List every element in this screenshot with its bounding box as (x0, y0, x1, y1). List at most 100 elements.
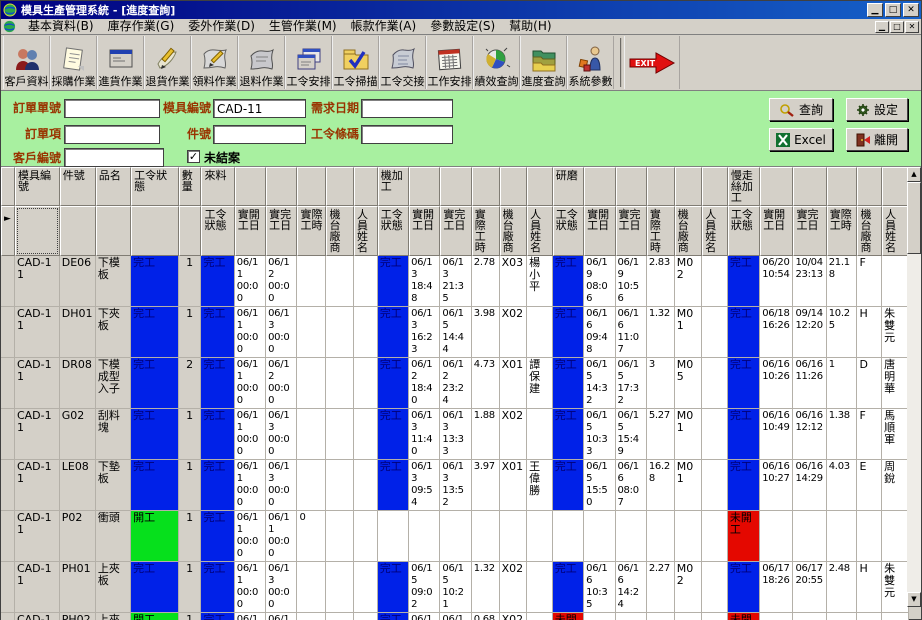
grid-cell[interactable]: 3 (647, 358, 675, 409)
grid-cell[interactable] (702, 256, 728, 307)
grid-cell[interactable]: E (857, 460, 882, 511)
grid-cell[interactable]: CAD-11 (15, 562, 60, 613)
status-cell[interactable]: 完工 (201, 256, 234, 307)
grid-cell[interactable]: 2.78 (472, 256, 500, 307)
grid-cell[interactable]: 馬順軍 (882, 409, 909, 460)
grid-cell[interactable]: 下墊板 (96, 460, 131, 511)
date-cell[interactable]: 10/0423:13 (793, 256, 826, 307)
grid-cell[interactable] (527, 409, 553, 460)
order-no-input[interactable] (64, 99, 160, 118)
status-cell[interactable]: 完工 (131, 562, 179, 613)
grid-cell[interactable] (616, 511, 647, 562)
grid-cell[interactable] (354, 358, 378, 409)
grid-cell[interactable]: H (857, 307, 882, 358)
grid-cell[interactable]: 下模成型入子 (96, 358, 131, 409)
status-cell[interactable]: 完工 (201, 409, 234, 460)
menu-item-inventory[interactable]: 庫存作業(G) (101, 19, 182, 34)
date-cell[interactable]: 06/1515:50 (584, 460, 615, 511)
date-cell[interactable]: 06/1316:23 (409, 307, 440, 358)
grid-cell[interactable] (1, 613, 15, 620)
date-cell[interactable]: 06/1100:00 (235, 460, 266, 511)
status-cell[interactable]: 完工 (201, 613, 234, 620)
grid-cell[interactable] (440, 511, 471, 562)
grid-cell[interactable] (702, 562, 728, 613)
status-cell[interactable]: 完工 (553, 307, 584, 358)
grid-cell[interactable]: M01 (675, 460, 703, 511)
grid-cell[interactable]: 上夾板 (96, 562, 131, 613)
status-cell[interactable]: 完工 (201, 562, 234, 613)
toolbar-workorder-arrange-button[interactable]: 工令安排 (285, 36, 332, 89)
grid-cell[interactable]: 楊小平 (527, 256, 553, 307)
date-cell[interactable]: 06/1908:06 (584, 256, 615, 307)
grid-cell[interactable]: 衝頭 (96, 511, 131, 562)
status-cell[interactable]: 完工 (728, 409, 760, 460)
grid-cell[interactable] (702, 613, 728, 620)
grid-cell[interactable]: 譚保建 (527, 358, 553, 409)
grid-cell[interactable] (326, 409, 354, 460)
open-only-checkbox[interactable]: ✓ (187, 150, 200, 163)
status-cell[interactable]: 未開工 (728, 511, 760, 562)
date-cell[interactable]: 06/1313:33 (440, 409, 471, 460)
grid-cell[interactable]: 3.98 (472, 307, 500, 358)
grid-cell[interactable] (354, 409, 378, 460)
toolbar-workorder-handover-button[interactable]: 工令交接 (379, 36, 426, 89)
status-cell[interactable]: 完工 (131, 307, 179, 358)
grid-cell[interactable] (409, 511, 440, 562)
date-cell[interactable]: 06/1300:00 (266, 409, 297, 460)
date-cell[interactable]: 06/1200:00 (266, 358, 297, 409)
date-cell[interactable]: 06/1609:48 (584, 307, 615, 358)
grid-cell[interactable]: F (857, 256, 882, 307)
status-cell[interactable]: 完工 (553, 460, 584, 511)
grid-cell[interactable] (527, 307, 553, 358)
date-cell[interactable]: 06/1816:26 (760, 307, 793, 358)
status-cell[interactable]: 完工 (378, 613, 409, 620)
grid-cell[interactable]: X03 (500, 256, 528, 307)
grid-cell[interactable]: CAD-11 (15, 613, 60, 620)
date-cell[interactable]: 06/1318:48 (409, 256, 440, 307)
menu-item-outsourcing[interactable]: 委外作業(D) (181, 19, 262, 34)
date-cell[interactable]: 06/1100:00 (235, 511, 266, 562)
grid-cell[interactable] (354, 307, 378, 358)
date-cell[interactable]: 06/1100:00 (235, 256, 266, 307)
grid-cell[interactable]: X02 (500, 613, 528, 620)
status-cell[interactable]: 完工 (201, 460, 234, 511)
grid-cell[interactable] (326, 256, 354, 307)
grid-cell[interactable] (354, 613, 378, 620)
grid-cell[interactable]: 1.32 (647, 307, 675, 358)
grid-cell[interactable]: 周銳 (882, 460, 909, 511)
status-cell[interactable]: 完工 (553, 358, 584, 409)
date-cell[interactable]: 06/1614:29 (793, 460, 826, 511)
status-cell[interactable]: 完工 (378, 358, 409, 409)
toolbar-progress-query-button[interactable]: 進度查詢 (520, 36, 567, 89)
grid-cell[interactable] (616, 613, 647, 620)
toolbar-material-return-button[interactable]: 退料作業 (238, 36, 285, 89)
grid-cell[interactable] (1, 358, 15, 409)
grid-cell[interactable] (584, 511, 615, 562)
grid-cell[interactable] (857, 613, 882, 620)
grid-cell[interactable] (1, 256, 15, 307)
status-cell[interactable]: 完工 (201, 358, 234, 409)
status-cell[interactable]: 完工 (728, 307, 760, 358)
grid-cell[interactable]: X02 (500, 409, 528, 460)
date-cell[interactable]: 06/1511:40 (440, 613, 471, 620)
grid-cell[interactable]: 刮料塊 (96, 409, 131, 460)
date-cell[interactable]: 06/1100:00 (235, 409, 266, 460)
date-cell[interactable]: 06/1910:56 (616, 256, 647, 307)
grid-cell[interactable]: 2 (179, 358, 202, 409)
grid-cell[interactable] (354, 460, 378, 511)
scroll-down-button[interactable]: ▼ (907, 592, 921, 607)
date-cell[interactable]: 06/1514:32 (584, 358, 615, 409)
grid-cell[interactable] (1, 511, 15, 562)
customer-no-input[interactable] (64, 148, 164, 167)
query-button[interactable]: 查詢 (769, 98, 833, 121)
menu-item-production[interactable]: 生管作業(M) (262, 19, 344, 34)
status-cell[interactable]: 完工 (131, 460, 179, 511)
grid-cell[interactable] (760, 511, 793, 562)
grid-cell[interactable]: P02 (60, 511, 96, 562)
grid-cell[interactable]: CAD-11 (15, 460, 60, 511)
date-cell[interactable]: 06/1100:00 (235, 307, 266, 358)
toolbar-goods-return-button[interactable]: 退貨作業 (144, 36, 191, 89)
grid-cell[interactable] (827, 613, 858, 620)
grid-cell[interactable]: 1.32 (472, 562, 500, 613)
grid-cell[interactable] (675, 613, 703, 620)
